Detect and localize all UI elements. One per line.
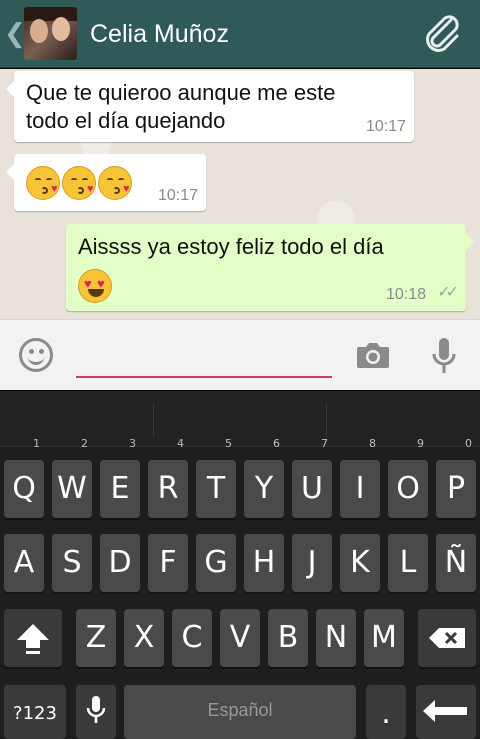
key-j[interactable]: J	[292, 534, 332, 592]
message-time: 10:17	[157, 187, 198, 204]
key-w[interactable]: W2	[52, 438, 92, 518]
key-e[interactable]: E3	[100, 438, 140, 518]
key-s[interactable]: S	[52, 534, 92, 592]
key-b[interactable]: B	[268, 609, 308, 667]
key-q[interactable]: Q1	[4, 438, 44, 518]
read-receipt-icon: ✓✓	[437, 284, 459, 301]
key-n-tilde[interactable]: Ñ	[436, 534, 476, 592]
key-z[interactable]: Z	[76, 609, 116, 667]
key-n[interactable]: N	[316, 609, 356, 667]
key-c[interactable]: C	[172, 609, 212, 667]
onscreen-keyboard: Q1 W2 E3 R4 T5 Y6 U7 I8 O9 P0 A S D F G …	[0, 391, 480, 739]
backspace-key[interactable]	[418, 609, 476, 667]
smiley-icon[interactable]	[19, 338, 53, 372]
key-y[interactable]: Y6	[244, 438, 284, 518]
kissing-heart-emoji: ♥	[26, 166, 60, 200]
enter-icon	[423, 700, 467, 722]
shift-key[interactable]	[4, 609, 62, 667]
suggestion-strip[interactable]	[0, 391, 480, 447]
key-o[interactable]: O9	[388, 438, 428, 518]
key-x[interactable]: X	[124, 609, 164, 667]
key-g[interactable]: G	[196, 534, 236, 592]
message-time: 10:18	[385, 286, 426, 303]
key-m[interactable]: M	[364, 609, 404, 667]
space-key[interactable]: Español	[124, 685, 356, 739]
camera-icon[interactable]	[355, 340, 391, 370]
microphone-icon	[86, 696, 106, 723]
key-v[interactable]: V	[220, 609, 260, 667]
message-text: Aissss ya estoy feliz todo el día	[78, 234, 384, 259]
kissing-heart-emoji: ♥	[98, 166, 132, 200]
key-t[interactable]: T5	[196, 438, 236, 518]
message-bubble-outgoing[interactable]: Aissss ya estoy feliz todo el día ♥ ♥ 10:…	[66, 224, 474, 311]
message-text: Que te quieroo aunque me este	[26, 80, 336, 105]
paperclip-icon[interactable]	[421, 12, 465, 56]
key-h[interactable]: H	[244, 534, 284, 592]
chevron-left-icon[interactable]: ❮	[4, 19, 26, 47]
message-bubble-incoming[interactable]: Que te quieroo aunque me este todo el dí…	[6, 71, 414, 142]
key-a[interactable]: A	[4, 534, 44, 592]
key-k[interactable]: K	[340, 534, 380, 592]
contact-name[interactable]: Celia Muñoz	[90, 19, 229, 49]
kissing-heart-emoji: ♥	[62, 166, 96, 200]
key-i[interactable]: I8	[340, 438, 380, 518]
key-d[interactable]: D	[100, 534, 140, 592]
voice-input-key[interactable]	[76, 685, 116, 739]
message-input-bar	[0, 319, 480, 390]
enter-key[interactable]	[416, 685, 476, 739]
avatar[interactable]	[24, 7, 77, 60]
key-r[interactable]: R4	[148, 438, 188, 518]
chat-area[interactable]: Que te quieroo aunque me este todo el dí…	[0, 69, 480, 319]
message-text: todo el día quejando	[26, 108, 226, 133]
chat-header: ❮ Celia Muñoz	[0, 0, 480, 68]
backspace-icon	[429, 628, 465, 648]
message-time: 10:17	[365, 118, 406, 135]
shift-icon	[17, 624, 49, 654]
key-l[interactable]: L	[388, 534, 428, 592]
key-u[interactable]: U7	[292, 438, 332, 518]
message-bubble-incoming[interactable]: ♥ ♥ ♥ 10:17	[6, 154, 206, 211]
heart-eyes-emoji: ♥ ♥	[78, 269, 112, 303]
period-key[interactable]: .	[366, 685, 406, 739]
microphone-icon[interactable]	[430, 336, 458, 376]
key-p[interactable]: P0	[436, 438, 476, 518]
key-f[interactable]: F	[148, 534, 188, 592]
symbols-key[interactable]: ?123	[4, 685, 66, 739]
message-input[interactable]	[76, 334, 332, 378]
